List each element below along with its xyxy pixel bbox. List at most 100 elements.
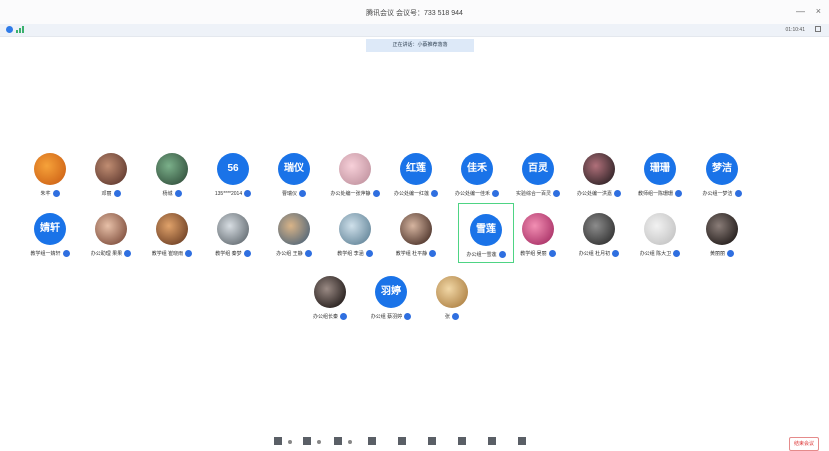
mic-status-icon	[299, 190, 306, 197]
mic-status-icon	[185, 250, 193, 257]
participant-tile[interactable]: 梦洁 办公组一梦洁	[694, 143, 750, 203]
meeting-duration: 01:10:41	[785, 27, 805, 33]
participant-name: 135****2014	[214, 190, 243, 197]
participant-name: 办公助理 果果	[90, 251, 123, 257]
participant-name-line: 办公组 杜月初	[571, 249, 627, 258]
participant-name-line: 办公处编一佳禾	[449, 189, 505, 198]
participant-tile[interactable]: 教学组 杜平静	[388, 203, 444, 263]
participant-tile[interactable]: 珊珊 教师组一陈珊珊	[632, 143, 688, 203]
participant-name: 教学组 秦梦	[215, 251, 242, 257]
participant-name: 办公组 陈大卫	[639, 251, 672, 257]
mic-status-icon	[62, 250, 70, 257]
fullscreen-icon[interactable]	[815, 26, 821, 32]
participant-tile[interactable]: 佳禾 办公处编一佳禾	[449, 143, 505, 203]
speaking-notice: 正在讲话：小蔡推荐落落	[366, 39, 474, 52]
share-options-icon[interactable]	[348, 440, 352, 444]
participant-name: 办公处编一张萍静	[330, 191, 371, 197]
members-icon[interactable]	[398, 437, 406, 445]
avatar: 瑞仪	[278, 153, 310, 185]
participant-name: 办公处编一佳禾	[454, 191, 490, 197]
mic-status-icon	[492, 190, 499, 197]
avatar	[95, 213, 127, 245]
security-icon[interactable]	[6, 26, 13, 33]
participant-name: 办公处编一红莲	[393, 191, 429, 197]
participant-name-line: 教学组 吴丽	[510, 249, 566, 258]
avatar	[644, 213, 676, 245]
participant-name: 教学组 崔晓雨	[151, 251, 184, 257]
participant-tile[interactable]: 羽婷 办公组 蔡羽婷	[363, 266, 419, 326]
participant-name-line: 办公组 蔡羽婷	[363, 312, 419, 321]
share-screen-icon[interactable]	[334, 437, 342, 445]
document-icon[interactable]	[488, 437, 496, 445]
participant-tile[interactable]: 办公组长秦	[302, 266, 358, 326]
invite-icon[interactable]	[368, 437, 376, 445]
mic-status-icon	[498, 251, 506, 258]
participant-name: 办公组 王静	[276, 251, 303, 257]
participant-name: 办公组 杜月初	[578, 251, 611, 257]
participant-tile[interactable]: 百灵 实验综合一百灵	[510, 143, 566, 203]
participant-tile[interactable]: 办公组 王静	[266, 203, 322, 263]
participant-name: 教学组 杜平静	[395, 251, 428, 257]
avatar	[314, 276, 346, 308]
mic-status-icon	[365, 250, 373, 257]
avatar	[522, 213, 554, 245]
participant-name-line: 办公助理 果果	[83, 249, 139, 258]
avatar	[706, 213, 738, 245]
participant-tile[interactable]: 办公组 陈大卫	[632, 203, 688, 263]
avatar	[156, 153, 188, 185]
participant-tile[interactable]: 瑞仪 曹瑞仪	[266, 143, 322, 203]
participant-tile[interactable]: 朱芊	[22, 143, 78, 203]
end-meeting-button[interactable]: 结束会议	[789, 437, 819, 451]
participant-tile[interactable]: 教学组 秦梦	[205, 203, 261, 263]
bottom-toolbar	[0, 432, 829, 450]
window-title: 腾讯会议 会议号：733 518 944	[366, 10, 463, 17]
participant-tile[interactable]: 办公组 杜月初	[571, 203, 627, 263]
mic-status-icon	[673, 250, 681, 257]
participant-name-line: 实验综合一百灵	[510, 189, 566, 198]
meeting-info-bar	[0, 24, 829, 37]
audio-options-icon[interactable]	[288, 440, 292, 444]
avatar	[34, 153, 66, 185]
signal-icon[interactable]	[16, 26, 24, 33]
participant-tile[interactable]: 红莲 办公处编一红莲	[388, 143, 444, 203]
participant-tile[interactable]: 张	[424, 266, 480, 326]
mic-status-icon	[404, 313, 412, 320]
mic-status-icon	[174, 190, 182, 197]
participant-name-line: 135****2014	[205, 189, 261, 198]
participant-name-line: 办公组长秦	[302, 312, 358, 321]
avatar	[156, 213, 188, 245]
participant-name: 黄丽丽	[709, 251, 725, 257]
participant-tile[interactable]: 教学组 李涵	[327, 203, 383, 263]
participant-tile[interactable]: 办公处编一洪嘉	[571, 143, 627, 203]
participant-tile[interactable]: 办公处编一张萍静	[327, 143, 383, 203]
participant-name-line: 朱芊	[22, 189, 78, 198]
avatar	[339, 213, 371, 245]
video-options-icon[interactable]	[317, 440, 321, 444]
participant-name: 教学组 吴丽	[520, 251, 547, 257]
participant-name-line: 曹瑞仪	[266, 189, 322, 198]
participant-tile[interactable]: 办公助理 果果	[83, 203, 139, 263]
avatar	[583, 153, 615, 185]
participant-tile[interactable]: 56 135****2014	[205, 143, 261, 203]
mic-status-icon	[429, 250, 437, 257]
mic-status-icon	[113, 190, 121, 197]
participant-tile[interactable]: 婧轩 教学组一婧轩	[22, 203, 78, 263]
participant-tile[interactable]: 黄丽丽	[694, 203, 750, 263]
minimize-button[interactable]: —	[796, 6, 805, 16]
mute-icon[interactable]	[274, 437, 282, 445]
participant-name-line: 张	[424, 312, 480, 321]
participant-tile[interactable]: 教学组 吴丽	[510, 203, 566, 263]
video-icon[interactable]	[303, 437, 311, 445]
record-icon[interactable]	[458, 437, 466, 445]
participant-name: 办公组一雪莲	[466, 252, 497, 258]
participant-tile[interactable]: 教学组 崔晓雨	[144, 203, 200, 263]
close-button[interactable]: ×	[816, 6, 821, 16]
participant-name-line: 教学组 秦梦	[205, 249, 261, 258]
participant-tile[interactable]: 雪莲 办公组一雪莲	[458, 203, 514, 263]
mic-status-icon	[340, 313, 347, 320]
participant-tile[interactable]: 邓丽	[83, 143, 139, 203]
chat-icon[interactable]	[428, 437, 436, 445]
settings-icon[interactable]	[518, 437, 526, 445]
participant-tile[interactable]: 杨城	[144, 143, 200, 203]
participant-name: 教学组一婧轩	[30, 251, 61, 257]
